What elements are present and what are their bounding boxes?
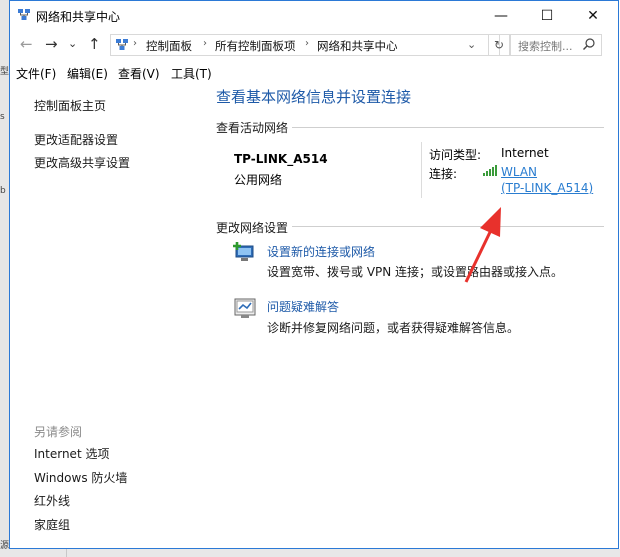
breadcrumb-chevron-icon[interactable]: › — [203, 38, 207, 49]
recent-locations-button[interactable]: ⌄ — [68, 37, 77, 50]
close-icon: ✕ — [587, 8, 599, 24]
change-advanced-sharing-link[interactable]: 更改高级共享设置 — [34, 154, 130, 171]
refresh-button[interactable]: ↻ — [488, 34, 510, 56]
close-button[interactable]: ✕ — [570, 1, 616, 31]
back-button[interactable]: ← — [20, 35, 33, 53]
setup-new-connection-link[interactable]: 设置新的连接或网络 — [267, 243, 375, 260]
search-placeholder: 搜索控制... — [518, 40, 573, 53]
change-settings-header: 更改网络设置 — [216, 219, 293, 236]
gutter-text: b — [0, 186, 6, 196]
taskbar-strip — [0, 549, 620, 557]
menu-bar: 文件(F) 编辑(E) 查看(V) 工具(T) — [10, 62, 618, 82]
wifi-signal-icon — [483, 165, 497, 176]
troubleshoot-link[interactable]: 问题疑难解答 — [267, 298, 339, 315]
forward-button[interactable]: → — [45, 35, 58, 53]
setup-new-connection-desc: 设置宽带、拨号或 VPN 连接；或设置路由器或接入点。 — [267, 265, 564, 279]
maximize-button[interactable]: ☐ — [524, 1, 570, 31]
wlan-connection-ssid-link[interactable]: (TP-LINK_A514) — [501, 181, 593, 195]
access-type-value: Internet — [501, 146, 549, 160]
refresh-icon: ↻ — [493, 38, 505, 52]
breadcrumb-item[interactable]: 所有控制面板项 — [215, 38, 296, 54]
windows-firewall-link[interactable]: Windows 防火墙 — [34, 469, 127, 486]
troubleshoot-desc: 诊断并修复网络问题，或者获得疑难解答信息。 — [267, 321, 520, 335]
breadcrumb-chevron-icon[interactable]: › — [133, 38, 137, 49]
vertical-divider — [421, 142, 422, 198]
menu-view[interactable]: 查看(V) — [118, 65, 160, 82]
troubleshoot-icon — [234, 298, 256, 318]
breadcrumb-item[interactable]: 控制面板 — [146, 38, 192, 54]
window-title: 网络和共享中心 — [36, 10, 121, 24]
gutter-text: 型 — [0, 67, 10, 77]
network-center-icon — [18, 9, 30, 20]
internet-options-link[interactable]: Internet 选项 — [34, 445, 109, 462]
maximize-icon: ☐ — [540, 8, 554, 24]
homegroup-link[interactable]: 家庭组 — [34, 516, 70, 533]
background-window-edge: 型 s b 源 — [0, 0, 9, 557]
new-connection-icon — [233, 242, 254, 261]
menu-edit[interactable]: 编辑(E) — [67, 65, 108, 82]
chevron-down-icon[interactable]: ⌄ — [467, 38, 476, 51]
change-adapter-settings-link[interactable]: 更改适配器设置 — [34, 131, 118, 148]
control-panel-icon — [116, 39, 128, 50]
up-button[interactable]: ↑ — [88, 35, 101, 53]
network-name: TP-LINK_A514 — [234, 152, 328, 166]
network-category-link: 公用网络 — [234, 173, 283, 187]
wlan-connection-link[interactable]: WLAN — [501, 165, 537, 179]
active-networks-header: 查看活动网络 — [216, 119, 293, 136]
menu-file[interactable]: 文件(F) — [16, 65, 56, 82]
search-input[interactable]: 搜索控制... — [510, 34, 602, 56]
address-bar[interactable]: › 控制面板 › 所有控制面板项 › 网络和共享中心 ⌄ — [110, 34, 500, 56]
minimize-icon: — — [494, 8, 508, 24]
connections-label: 连接: — [429, 167, 458, 181]
search-icon — [583, 38, 595, 50]
infrared-link[interactable]: 红外线 — [34, 492, 70, 509]
breadcrumb-chevron-icon[interactable]: › — [305, 38, 309, 49]
see-also-label: 另请参阅 — [34, 425, 83, 439]
page-title: 查看基本网络信息并设置连接 — [216, 88, 412, 106]
menu-tools[interactable]: 工具(T) — [171, 65, 212, 82]
access-type-label: 访问类型: — [429, 148, 482, 162]
minimize-button[interactable]: — — [478, 1, 524, 31]
breadcrumb-item[interactable]: 网络和共享中心 — [317, 38, 398, 54]
control-panel-home-link[interactable]: 控制面板主页 — [34, 97, 106, 114]
navigation-bar: ← → ⌄ ↑ › 控制面板 › 所有控制面板项 › 网络和共享中心 ⌄ ↻ 搜… — [10, 32, 618, 58]
title-bar[interactable]: 网络和共享中心 — ☐ ✕ — [10, 1, 618, 31]
gutter-text: s — [0, 112, 5, 122]
